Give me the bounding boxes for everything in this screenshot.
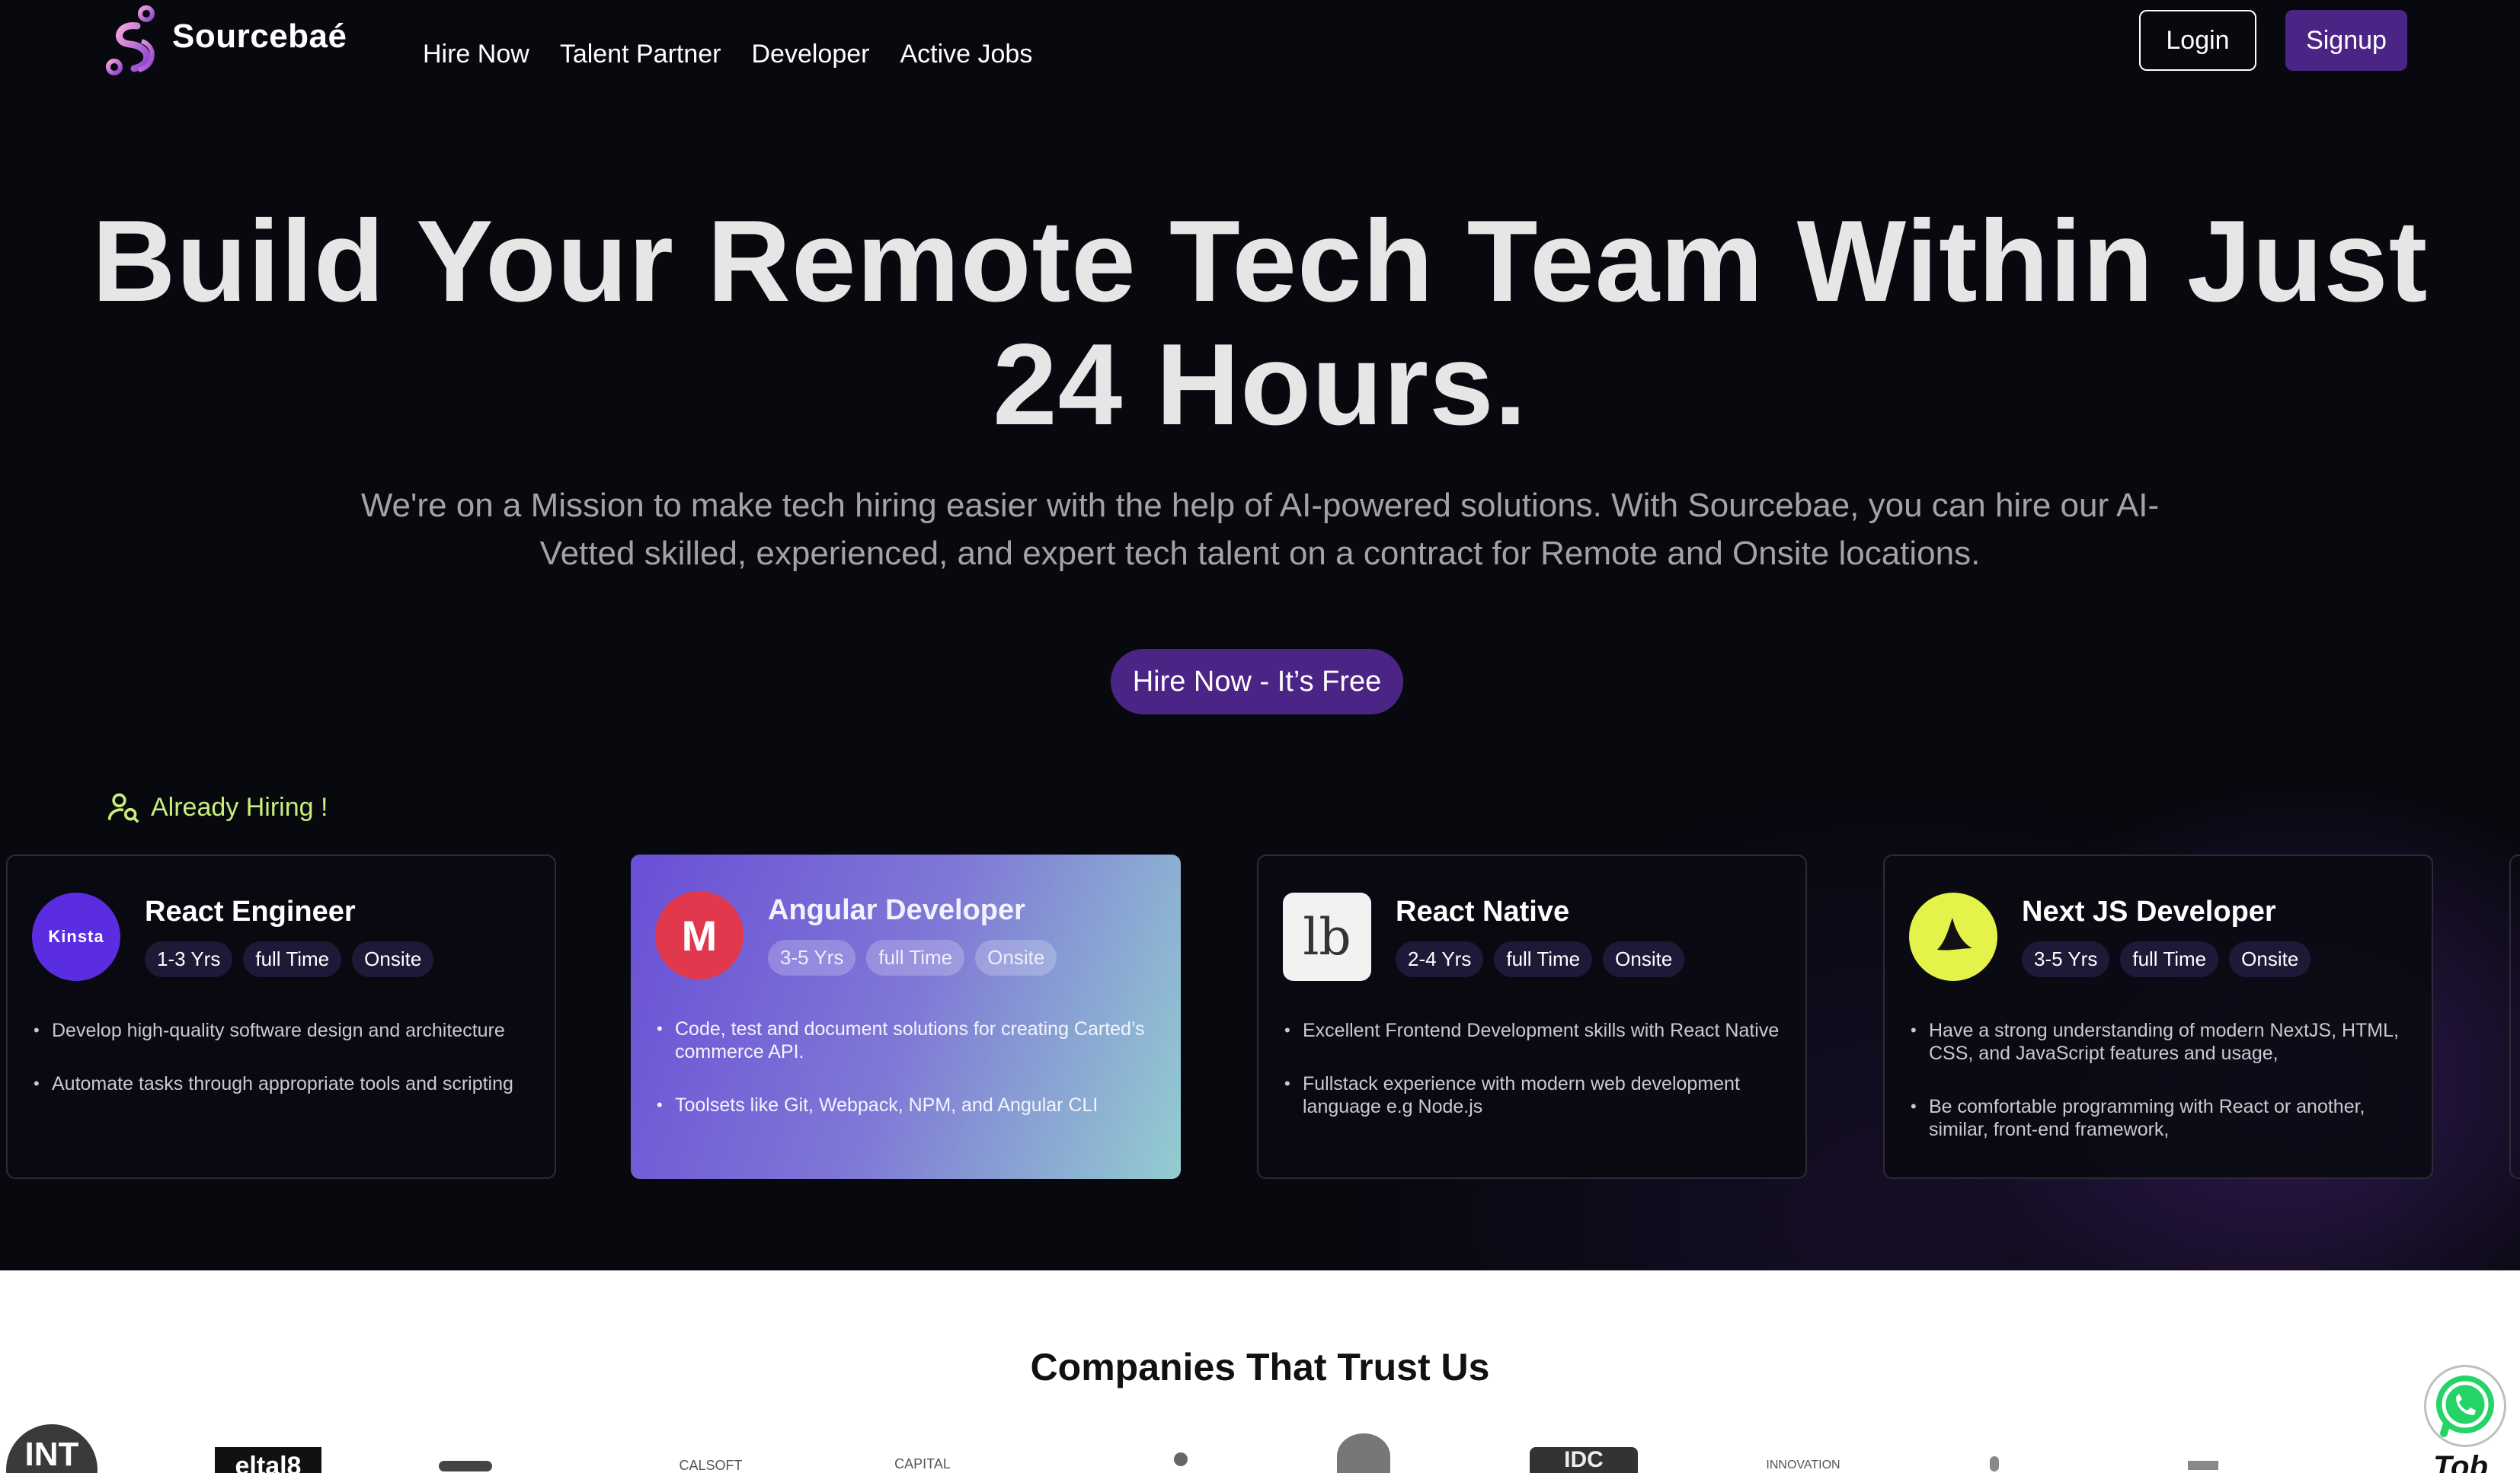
nav-developer[interactable]: Developer — [751, 40, 869, 69]
experience-tag: 3-5 Yrs — [2022, 941, 2110, 977]
job-tags: 3-5 Yrs full Time Onsite — [768, 940, 1057, 976]
job-requirements: Develop high-quality software design and… — [34, 1019, 529, 1126]
brand-logo[interactable]: Sourcebaé — [104, 3, 347, 76]
lb-logo-icon: lb — [1283, 893, 1371, 981]
job-card-partial[interactable] — [2509, 855, 2520, 1179]
company-logo — [1332, 1433, 1396, 1473]
location-tag: Onsite — [352, 941, 434, 977]
location-tag: Onsite — [975, 940, 1057, 976]
company-logo: IDC — [1530, 1447, 1638, 1473]
company-logo — [1164, 1446, 1198, 1473]
company-logo-text: CALSOFT — [679, 1457, 743, 1473]
job-requirements: Excellent Frontend Development skills wi… — [1284, 1019, 1780, 1149]
company-logos-row: INT eltal8 CALSOFT CAPITAL IDC INNOVATIO… — [0, 1424, 2520, 1473]
job-card-next-js-developer[interactable]: Next JS Developer 3-5 Yrs full Time Onsi… — [1883, 855, 2433, 1179]
company-logo: eltal8 — [215, 1447, 321, 1473]
company-logo-text: IDC — [1564, 1447, 1604, 1472]
already-hiring-text: Already Hiring ! — [151, 792, 328, 822]
job-title: React Engineer — [145, 896, 356, 928]
location-tag: Onsite — [2229, 941, 2311, 977]
hero-subtext-line-1: We're on a Mission to make tech hiring e… — [360, 487, 2160, 524]
job-tags: 2-4 Yrs full Time Onsite — [1396, 941, 1685, 977]
card-logo-text: lb — [1303, 907, 1351, 967]
company-logo — [1979, 1455, 2010, 1473]
requirement-item: Toolsets like Git, Webpack, NPM, and Ang… — [657, 1094, 1152, 1117]
already-hiring-label: Already Hiring ! — [107, 791, 328, 824]
type-tag: full Time — [243, 941, 342, 977]
job-title: React Native — [1396, 896, 1570, 928]
hero-section: Sourcebaé Hire Now Talent Partner Develo… — [0, 0, 2520, 1270]
hero-headline: Build Your Remote Tech Team Within Just … — [0, 200, 2520, 446]
job-tags: 1-3 Yrs full Time Onsite — [145, 941, 434, 977]
hero-subtext-line-2: Vetted skilled, experienced, and expert … — [539, 535, 1981, 572]
job-tags: 3-5 Yrs full Time Onsite — [2022, 941, 2311, 977]
type-tag: full Time — [1494, 941, 1593, 977]
sourcebae-logo-icon — [106, 5, 155, 75]
job-requirements: Code, test and document solutions for cr… — [657, 1018, 1152, 1147]
company-logo-text: INNOVATION — [1766, 1459, 1840, 1471]
requirement-item: Code, test and document solutions for cr… — [657, 1018, 1152, 1063]
user-search-icon — [107, 793, 139, 823]
company-logo: CALSOFT — [661, 1458, 760, 1473]
company-logo-text: Tob — [2433, 1449, 2488, 1473]
main-nav: Hire Now Talent Partner Developer Active… — [423, 40, 1063, 69]
kinsta-logo-icon: Kinsta — [32, 893, 120, 981]
login-button[interactable]: Login — [2139, 10, 2256, 71]
job-title: Angular Developer — [768, 894, 1025, 926]
card-logo-text: M — [681, 911, 718, 960]
location-tag: Onsite — [1603, 941, 1685, 977]
company-logo: INNOVATION — [1749, 1458, 1857, 1473]
requirement-item: Be comfortable programming with React or… — [1911, 1095, 2406, 1141]
swoosh-icon — [1937, 918, 1972, 951]
m-logo-icon: M — [655, 891, 744, 979]
hero-headline-line-2: 24 Hours. — [993, 320, 1527, 449]
hero-headline-line-1: Build Your Remote Tech Team Within Just — [91, 197, 2429, 326]
company-logo: CAPITAL — [873, 1455, 972, 1473]
job-card-angular-developer[interactable]: M Angular Developer 3-5 Yrs full Time On… — [631, 855, 1181, 1179]
whatsapp-icon — [2436, 1376, 2494, 1437]
job-title: Next JS Developer — [2022, 896, 2276, 928]
job-requirements: Have a strong understanding of modern Ne… — [1911, 1019, 2406, 1171]
requirement-item: Develop high-quality software design and… — [34, 1019, 529, 1042]
company-logo: INT — [6, 1424, 98, 1473]
company-logo-text: CAPITAL — [894, 1455, 951, 1471]
requirement-item: Fullstack experience with modern web dev… — [1284, 1072, 1780, 1118]
type-tag: full Time — [866, 940, 965, 976]
requirement-item: Excellent Frontend Development skills wi… — [1284, 1019, 1780, 1042]
company-logo-text: eltal8 — [235, 1451, 302, 1473]
nav-hire-now[interactable]: Hire Now — [423, 40, 529, 69]
company-logo-text: INT — [24, 1436, 79, 1473]
company-logo — [431, 1455, 500, 1473]
company-logo — [2180, 1458, 2226, 1473]
card-logo-text: Kinsta — [48, 927, 104, 946]
requirement-item: Have a strong understanding of modern Ne… — [1911, 1019, 2406, 1065]
nextjs-company-logo-icon — [1909, 893, 1997, 981]
job-card-react-native[interactable]: lb React Native 2-4 Yrs full Time Onsite… — [1257, 855, 1807, 1179]
nav-talent-partner[interactable]: Talent Partner — [560, 40, 721, 69]
job-card-react-engineer[interactable]: Kinsta React Engineer 1-3 Yrs full Time … — [6, 855, 556, 1179]
experience-tag: 2-4 Yrs — [1396, 941, 1484, 977]
companies-trust-heading: Companies That Trust Us — [1030, 1346, 1490, 1388]
whatsapp-chat-button[interactable] — [2424, 1365, 2506, 1447]
signup-button[interactable]: Signup — [2285, 10, 2407, 71]
nav-active-jobs[interactable]: Active Jobs — [900, 40, 1032, 69]
experience-tag: 1-3 Yrs — [145, 941, 233, 977]
hire-now-free-button[interactable]: Hire Now - It’s Free — [1111, 649, 1403, 714]
experience-tag: 3-5 Yrs — [768, 940, 856, 976]
brand-name: Sourcebaé — [172, 18, 347, 55]
type-tag: full Time — [2120, 941, 2219, 977]
requirement-item: Automate tasks through appropriate tools… — [34, 1072, 529, 1095]
company-logo: Tob — [2407, 1449, 2514, 1473]
hero-subtext: We're on a Mission to make tech hiring e… — [274, 481, 2246, 577]
